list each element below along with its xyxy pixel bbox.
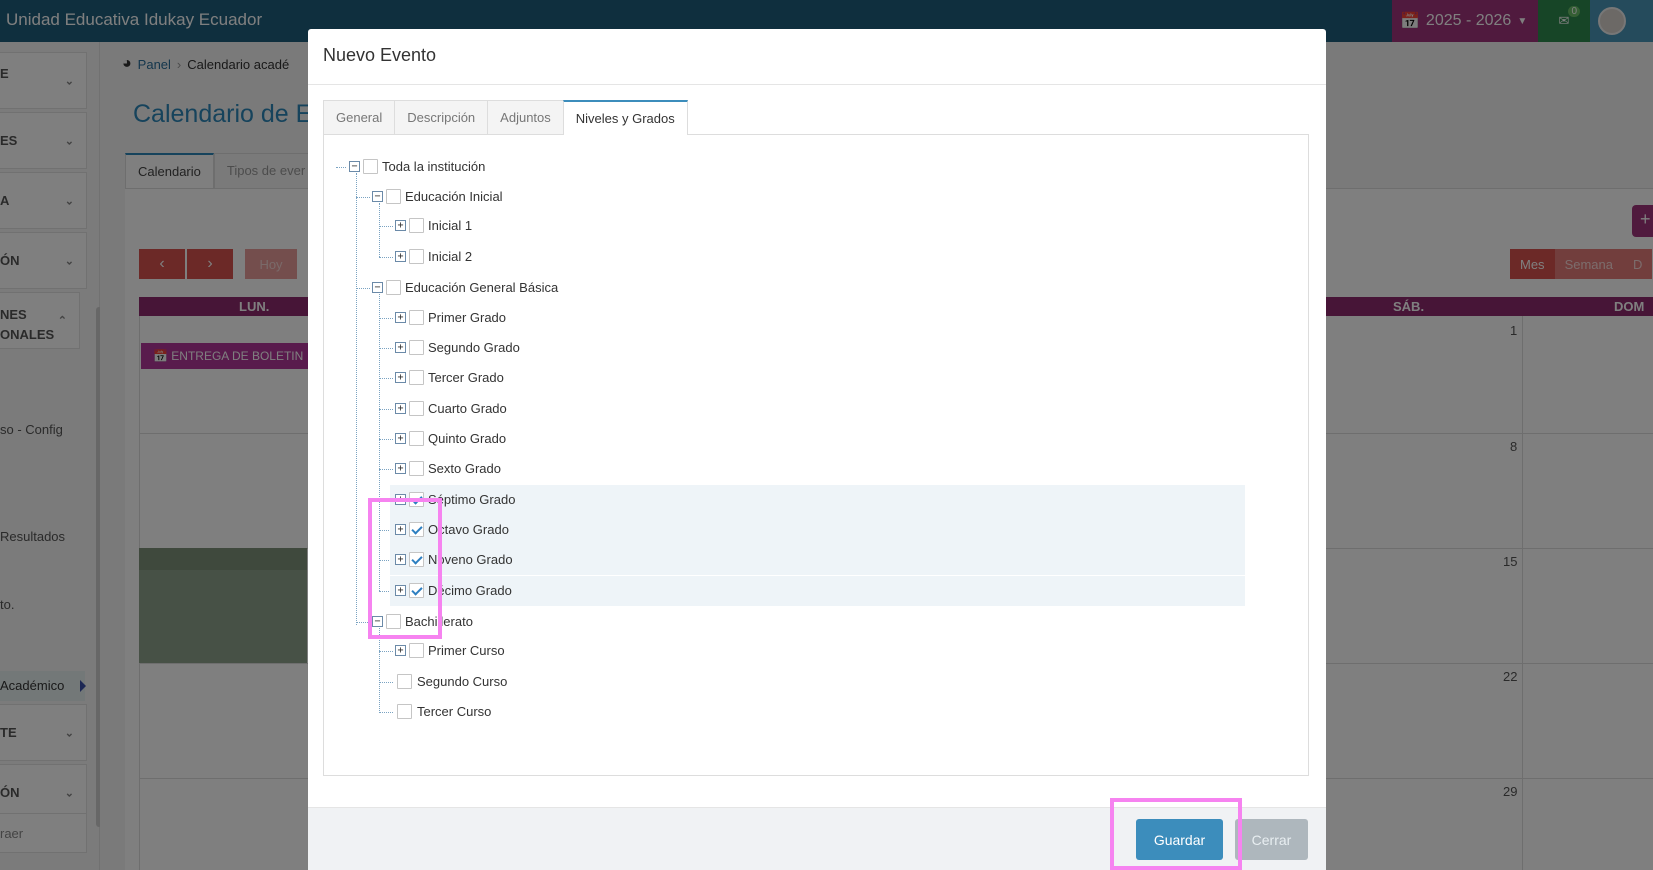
new-event-modal: Nuevo Evento General Descripción Adjunto… — [308, 29, 1326, 870]
tree-label: Inicial 2 — [428, 249, 473, 264]
checkbox[interactable] — [386, 280, 401, 295]
tab-niveles-y-grados[interactable]: Niveles y Grados — [562, 100, 688, 135]
expand-icon[interactable]: + — [395, 251, 406, 262]
checkbox[interactable] — [409, 461, 424, 476]
checkbox[interactable] — [409, 370, 424, 385]
tree-label: Educación Inicial — [405, 189, 503, 204]
tree-node-grado[interactable]: + Tercer Grado — [390, 363, 690, 393]
tree-node-inicial[interactable]: − Educación Inicial — [367, 182, 667, 212]
close-button[interactable]: Cerrar — [1235, 819, 1308, 860]
tree-node-grado[interactable]: + Segundo Grado — [390, 333, 690, 363]
tree-node-grado-selected[interactable]: + Décimo Grado — [390, 576, 1245, 606]
levels-tree-panel: − Toda la institución − Educación Inicia… — [323, 134, 1309, 776]
checkbox[interactable] — [386, 189, 401, 204]
checkbox[interactable] — [397, 704, 412, 719]
expand-icon[interactable]: + — [395, 645, 406, 656]
tree-node-grado[interactable]: + Sexto Grado — [390, 454, 690, 484]
expand-icon[interactable]: + — [395, 220, 406, 231]
tree-label: Cuarto Grado — [428, 401, 507, 416]
checkbox[interactable] — [409, 249, 424, 264]
tree-node-grado[interactable]: + Primer Grado — [390, 303, 690, 333]
highlight-save-button — [1110, 798, 1242, 870]
checkbox[interactable] — [397, 674, 412, 689]
checkbox[interactable] — [363, 159, 378, 174]
tree-node-inicial-1[interactable]: + Inicial 1 — [390, 211, 690, 241]
expand-icon[interactable]: + — [395, 342, 406, 353]
divider — [308, 84, 1326, 85]
tree-label: Segundo Grado — [428, 340, 520, 355]
modal-title: Nuevo Evento — [323, 45, 437, 65]
expand-icon[interactable]: + — [395, 312, 406, 323]
expand-icon[interactable]: + — [395, 463, 406, 474]
tree-node-grado-selected[interactable]: + Octavo Grado — [390, 515, 1245, 545]
checkbox[interactable] — [409, 340, 424, 355]
tree-label: Inicial 1 — [428, 218, 473, 233]
modal-tabs: General Descripción Adjuntos Niveles y G… — [323, 100, 688, 135]
tree-label: Educación General Básica — [405, 280, 559, 295]
highlight-checked-grades — [368, 498, 442, 639]
tree-node-curso[interactable]: + Primer Curso — [390, 636, 690, 666]
tab-general[interactable]: General — [323, 100, 396, 134]
checkbox[interactable] — [409, 218, 424, 233]
expand-icon[interactable]: + — [395, 433, 406, 444]
tree-label: Primer Grado — [428, 310, 507, 325]
collapse-icon[interactable]: − — [349, 161, 360, 172]
tree-node-inicial-2[interactable]: + Inicial 2 — [390, 242, 690, 272]
expand-icon[interactable]: + — [395, 372, 406, 383]
tree-node-grado-selected[interactable]: + Noveno Grado — [390, 545, 1245, 575]
tree-label: Tercer Curso — [417, 704, 492, 719]
tree-label: Segundo Curso — [417, 674, 508, 689]
tree-node-basica[interactable]: − Educación General Básica — [367, 273, 667, 303]
tree-node-grado-selected[interactable]: + Séptimo Grado — [390, 485, 1245, 515]
tree-node-root[interactable]: − Toda la institución — [344, 152, 644, 182]
tree-label: Toda la institución — [382, 159, 486, 174]
tab-descripcion[interactable]: Descripción — [394, 100, 489, 134]
tab-adjuntos[interactable]: Adjuntos — [487, 100, 564, 134]
tree-node-grado[interactable]: + Quinto Grado — [390, 424, 690, 454]
tree-label: Sexto Grado — [428, 461, 501, 476]
checkbox[interactable] — [409, 643, 424, 658]
tree-node-grado[interactable]: + Cuarto Grado — [390, 394, 690, 424]
collapse-icon[interactable]: − — [372, 282, 383, 293]
tree-label: Quinto Grado — [428, 431, 507, 446]
collapse-icon[interactable]: − — [372, 191, 383, 202]
checkbox[interactable] — [409, 431, 424, 446]
tree-label: Primer Curso — [428, 643, 505, 658]
tree-node-curso[interactable]: Tercer Curso — [390, 697, 690, 727]
tree-label: Tercer Grado — [428, 370, 504, 385]
expand-icon[interactable]: + — [395, 403, 406, 414]
checkbox[interactable] — [409, 401, 424, 416]
checkbox[interactable] — [409, 310, 424, 325]
tree-node-curso[interactable]: Segundo Curso — [390, 667, 690, 697]
